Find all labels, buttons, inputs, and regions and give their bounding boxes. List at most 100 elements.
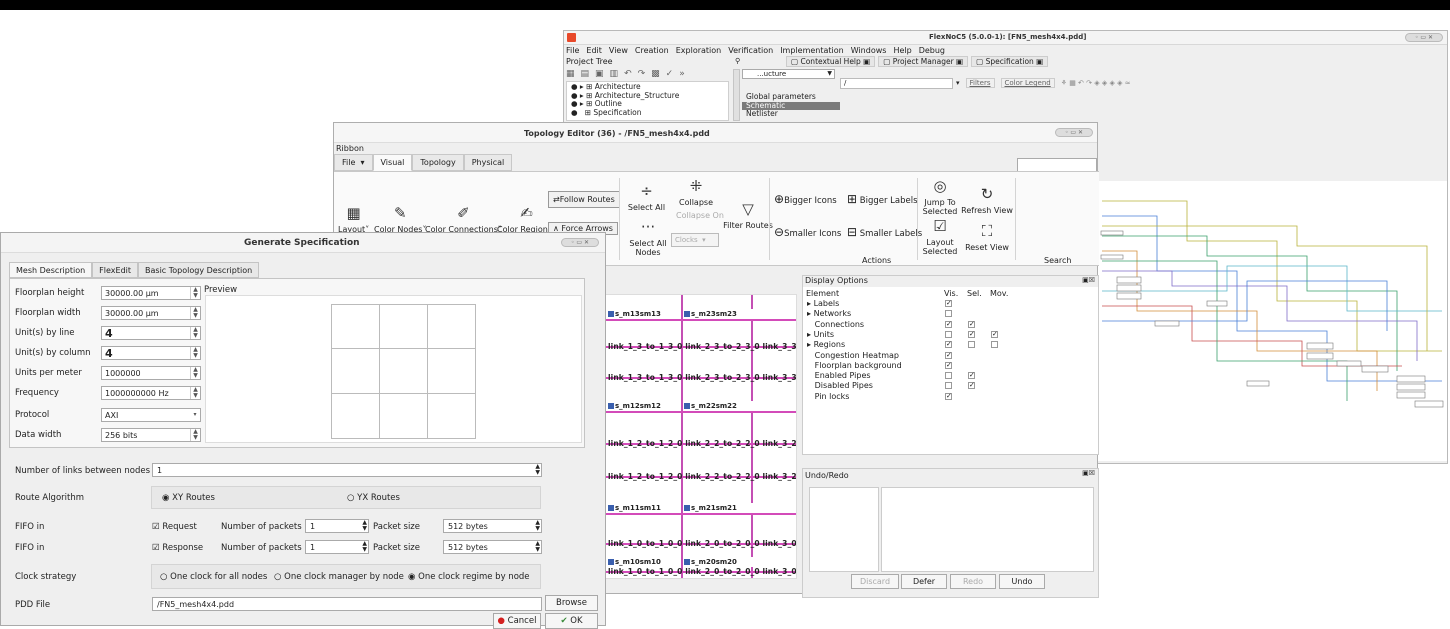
select-all-button[interactable]: ÷ Select All (624, 182, 669, 212)
sel-checkbox[interactable]: ✓ (968, 330, 975, 338)
ok-button[interactable]: ✔ OK (545, 613, 598, 629)
jump-to-selected-button[interactable]: ◎ Jump To Selected (921, 177, 959, 216)
filters-button[interactable]: Filters (965, 78, 995, 88)
canvas-link-label[interactable]: link_3_0 (762, 539, 796, 548)
toolbar-delete-icon[interactable]: ▥ (610, 69, 619, 79)
response-packet-size-input[interactable]: 512 bytes ▲ ▼ (443, 540, 542, 554)
tab-topology[interactable]: Topology (412, 154, 464, 171)
reset-view-button[interactable]: ⛶ Reset View (961, 222, 1013, 252)
links-between-nodes-input[interactable]: 1 ▲ ▼ (152, 463, 542, 477)
units-by-line-input[interactable]: 4 ▲ ▼ (101, 326, 201, 340)
spin-arrows-icon[interactable]: ▲ ▼ (190, 347, 200, 359)
menu-edit[interactable]: Edit (586, 46, 602, 56)
canvas-node[interactable]: s_m23sm23 (684, 309, 754, 319)
spin-arrows-icon[interactable]: ▲ ▼ (535, 541, 540, 553)
canvas-link-label[interactable]: link_1_3_to_1_3_0 (608, 373, 683, 382)
canvas-link-label[interactable]: link_1_2_to_1_2_0 (608, 472, 683, 481)
clocks-combo[interactable]: Clocks ▾ (671, 233, 719, 247)
tab-contextual-help[interactable]: ▢ Contextual Help ▣ (786, 56, 876, 67)
undo-button[interactable]: Undo (999, 574, 1045, 589)
bigger-labels-button[interactable]: ⊞ Bigger Labels (847, 192, 918, 206)
canvas-link-label[interactable]: link_1_2_to_1_2_0 (608, 439, 683, 448)
smaller-labels-button[interactable]: ⊟ Smaller Labels (847, 225, 922, 239)
follow-routes-button[interactable]: ⇄Follow Routes (548, 191, 620, 208)
spin-arrows-icon[interactable]: ▲ ▼ (190, 307, 200, 319)
menu-exploration[interactable]: Exploration (676, 46, 722, 56)
canvas-link-label[interactable]: link_3_2 (762, 472, 796, 481)
canvas-link-label[interactable]: link_3_0 (762, 567, 796, 576)
cancel-button[interactable]: ● Cancel (493, 613, 541, 629)
canvas-link-label[interactable]: link_1_3_to_1_3_0 (608, 342, 683, 351)
canvas-link-label[interactable]: link_3_3 (762, 373, 796, 382)
tab-mesh-description[interactable]: Mesh Description (9, 262, 93, 278)
toolbar-check-icon[interactable]: ✓ (666, 69, 674, 79)
spec-item-netlister[interactable]: Netlister (742, 109, 840, 119)
tab-file[interactable]: File ▾ (334, 154, 373, 171)
spin-arrows-icon[interactable]: ▲ ▼ (190, 327, 200, 339)
tab-project-manager[interactable]: ▢ Project Manager ▣ (878, 56, 969, 67)
menu-implementation[interactable]: Implementation (780, 46, 844, 56)
smaller-icons-button[interactable]: ⊖Smaller Icons (774, 225, 841, 239)
canvas-link-label[interactable]: link_3_2 (762, 439, 796, 448)
floorplan-width-input[interactable]: 30000.00 µm ▲ ▼ (101, 306, 201, 320)
canvas-link-label[interactable]: link_3_3 (762, 342, 796, 351)
pin-icon[interactable]: ⚲ (735, 57, 740, 65)
refresh-view-button[interactable]: ↻ Refresh View (961, 185, 1013, 215)
chevron-down-icon[interactable]: ▾ (956, 79, 960, 87)
vis-checkbox[interactable]: ✓ (945, 320, 952, 328)
sel-checkbox[interactable] (968, 341, 975, 349)
toolbar-open-icon[interactable]: ▤ (581, 69, 590, 79)
canvas-link-label[interactable]: link_1_0_to_1_0_0 (608, 539, 683, 548)
canvas-link-label[interactable]: link_2_3_to_2_3_0 (685, 373, 760, 382)
canvas-link-label[interactable]: link_2_0_to_2_0_0 (685, 539, 760, 548)
route-yx-radio[interactable]: ○ YX Routes (347, 493, 400, 503)
vis-checkbox[interactable]: ✓ (945, 341, 952, 349)
vis-checkbox[interactable]: ✓ (945, 351, 952, 359)
mov-checkbox[interactable] (991, 341, 998, 349)
fifo-request-checkbox[interactable]: ☑ Request (152, 522, 197, 532)
vis-checkbox[interactable]: ✓ (945, 392, 952, 400)
canvas-node[interactable]: s_m11sm11 (608, 503, 678, 513)
spin-arrows-icon[interactable]: ▲ ▼ (535, 464, 540, 476)
undo-history-list[interactable] (809, 487, 879, 572)
clock-manager-radio[interactable]: ○ One clock manager by node (274, 572, 404, 582)
spin-arrows-icon[interactable]: ▲ ▼ (190, 387, 200, 399)
menu-view[interactable]: View (609, 46, 628, 56)
tab-specification[interactable]: ▢ Specification ▣ (971, 56, 1049, 67)
vis-checkbox[interactable] (945, 310, 952, 318)
window-controls[interactable]: ◦ ▭ ✕ (1405, 33, 1443, 42)
browse-button[interactable]: Browse (545, 595, 598, 611)
redo-button[interactable]: Redo (950, 574, 996, 589)
view-combo[interactable]: ...ucture ▼ (742, 69, 835, 79)
select-all-nodes-button[interactable]: ··· Select All Nodes (627, 218, 669, 257)
toolbar-redo-icon[interactable]: ↷ (638, 69, 646, 79)
sel-checkbox[interactable]: ✓ (968, 382, 975, 390)
specification-side-tab[interactable] (733, 69, 740, 121)
canvas-node[interactable]: s_m21sm21 (684, 503, 754, 513)
route-xy-radio[interactable]: ◉ XY Routes (162, 493, 215, 503)
vis-checkbox[interactable] (945, 382, 952, 390)
layout-selected-button[interactable]: ☑ Layout Selected (921, 217, 959, 256)
toolbar-new-icon[interactable]: ▦ (566, 69, 575, 79)
layout-button[interactable]: ▦ Layout˅ (338, 204, 369, 234)
canvas-node[interactable]: s_m13sm13 (608, 309, 678, 319)
menu-debug[interactable]: Debug (919, 46, 945, 56)
request-packet-size-input[interactable]: 512 bytes ▲ ▼ (443, 519, 542, 533)
collapse-button[interactable]: ⁜ Collapse (671, 177, 721, 207)
spin-arrows-icon[interactable]: ▲ ▼ (535, 520, 540, 532)
sel-checkbox[interactable]: ✓ (968, 372, 975, 380)
vis-checkbox[interactable] (945, 372, 952, 380)
panel-close-icon[interactable]: ▣☒ (1082, 276, 1095, 284)
canvas-link-label[interactable]: link_2_2_to_2_2_0 (685, 439, 760, 448)
menu-file[interactable]: File (566, 46, 579, 56)
path-input[interactable]: / (840, 78, 953, 89)
color-nodes-button[interactable]: ✎ Color Nodes˅ (374, 204, 426, 234)
defer-button[interactable]: Defer (901, 574, 947, 589)
tab-physical[interactable]: Physical (463, 154, 513, 171)
bigger-icons-button[interactable]: ⊕Bigger Icons (774, 192, 837, 206)
tab-flexedit[interactable]: FlexEdit (92, 262, 139, 278)
units-per-meter-input[interactable]: 1000000 ▲ ▼ (101, 366, 201, 380)
clock-all-nodes-radio[interactable]: ○ One clock for all nodes (160, 572, 267, 582)
menu-windows[interactable]: Windows (851, 46, 887, 56)
spin-arrows-icon[interactable]: ▲ ▼ (190, 429, 200, 441)
